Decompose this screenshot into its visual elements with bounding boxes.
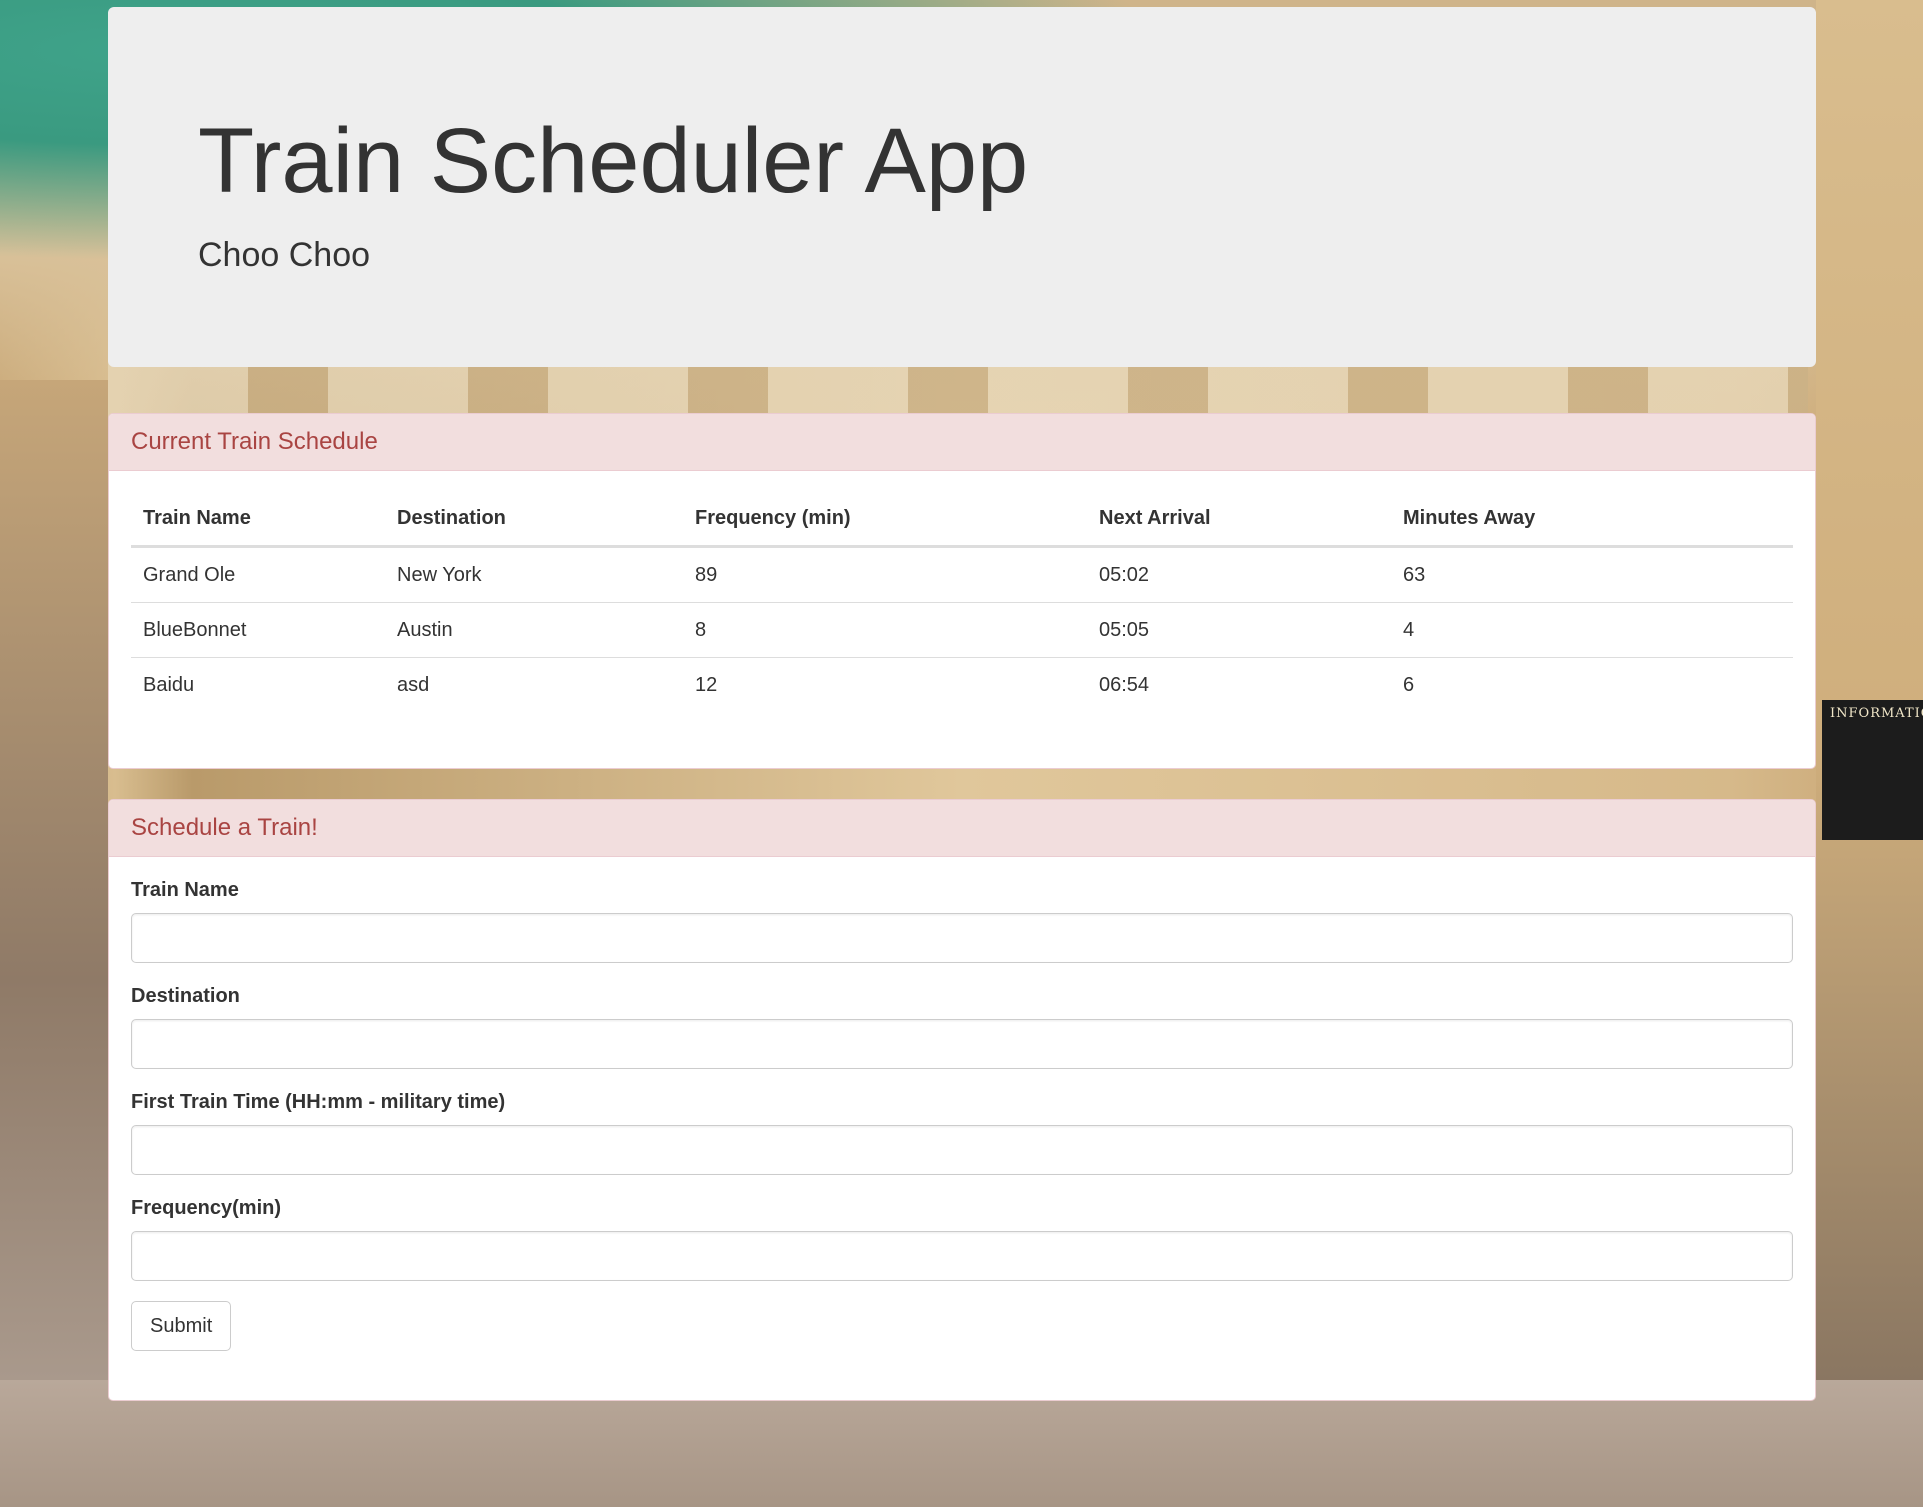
form-group-train-name: Train Name — [131, 877, 1793, 963]
cell-next-arrival: 06:54 — [1087, 657, 1391, 712]
schedule-table: Train Name Destination Frequency (min) N… — [131, 491, 1793, 712]
cell-destination: Austin — [385, 602, 683, 658]
form-panel-body: Train Name Destination First Train Time … — [109, 857, 1815, 1375]
form-group-frequency: Frequency(min) — [131, 1195, 1793, 1281]
cell-train-name: BlueBonnet — [131, 602, 385, 658]
schedule-panel-heading: Current Train Schedule — [109, 414, 1815, 471]
info-board-text: INFORMATION — [1830, 706, 1923, 721]
cell-train-name: Baidu — [131, 657, 385, 712]
cell-minutes-away: 4 — [1391, 602, 1793, 658]
background-info-board: INFORMATION — [1822, 700, 1923, 840]
train-name-label: Train Name — [131, 879, 239, 901]
table-row: Baidu asd 12 06:54 6 — [131, 657, 1793, 712]
cell-frequency: 8 — [683, 602, 1087, 658]
submit-button[interactable]: Submit — [131, 1301, 232, 1351]
background-left-wall — [0, 380, 108, 1380]
schedule-form-panel: Schedule a Train! Train Name Destination… — [108, 799, 1816, 1401]
frequency-label: Frequency(min) — [131, 1197, 282, 1219]
page-title: Train Scheduler App — [198, 110, 1029, 212]
schedule-panel: Current Train Schedule Train Name Destin… — [108, 413, 1816, 769]
form-group-first-train-time: First Train Time (HH:mm - military time) — [131, 1089, 1793, 1175]
table-row: BlueBonnet Austin 8 05:05 4 — [131, 602, 1793, 658]
column-header-next-arrival: Next Arrival — [1087, 491, 1391, 548]
column-header-destination: Destination — [385, 491, 683, 548]
page-subtitle: Choo Choo — [198, 236, 371, 274]
main-container: Train Scheduler App Choo Choo Current Tr… — [108, 7, 1816, 1401]
destination-input[interactable] — [131, 1019, 1793, 1069]
column-header-minutes-away: Minutes Away — [1391, 491, 1793, 548]
cell-destination: New York — [397, 564, 482, 586]
cell-minutes-away: 63 — [1403, 564, 1426, 586]
column-header-train-name: Train Name — [131, 491, 385, 548]
cell-train-name: Grand Ole — [143, 564, 236, 586]
table-header-row: Train Name Destination Frequency (min) N… — [131, 491, 1793, 548]
form-group-destination: Destination — [131, 983, 1793, 1069]
table-row: Grand Ole New York 89 05:02 63 — [131, 547, 1793, 603]
cell-frequency: 12 — [683, 657, 1087, 712]
schedule-panel-body: Train Name Destination Frequency (min) N… — [109, 471, 1815, 736]
frequency-input[interactable] — [131, 1231, 1793, 1281]
cell-frequency: 89 — [695, 564, 718, 586]
train-name-input[interactable] — [131, 913, 1793, 963]
jumbotron: Train Scheduler App Choo Choo — [108, 7, 1816, 367]
form-panel-heading: Schedule a Train! — [109, 800, 1815, 857]
cell-next-arrival: 05:05 — [1087, 602, 1391, 658]
cell-destination: asd — [385, 657, 683, 712]
schedule-train-form: Train Name Destination First Train Time … — [131, 877, 1793, 1351]
destination-label: Destination — [131, 985, 240, 1007]
first-train-time-label: First Train Time (HH:mm - military time) — [131, 1091, 506, 1113]
first-train-time-input[interactable] — [131, 1125, 1793, 1175]
cell-minutes-away: 6 — [1391, 657, 1793, 712]
cell-next-arrival: 05:02 — [1099, 564, 1150, 586]
column-header-frequency: Frequency (min) — [683, 491, 1087, 548]
